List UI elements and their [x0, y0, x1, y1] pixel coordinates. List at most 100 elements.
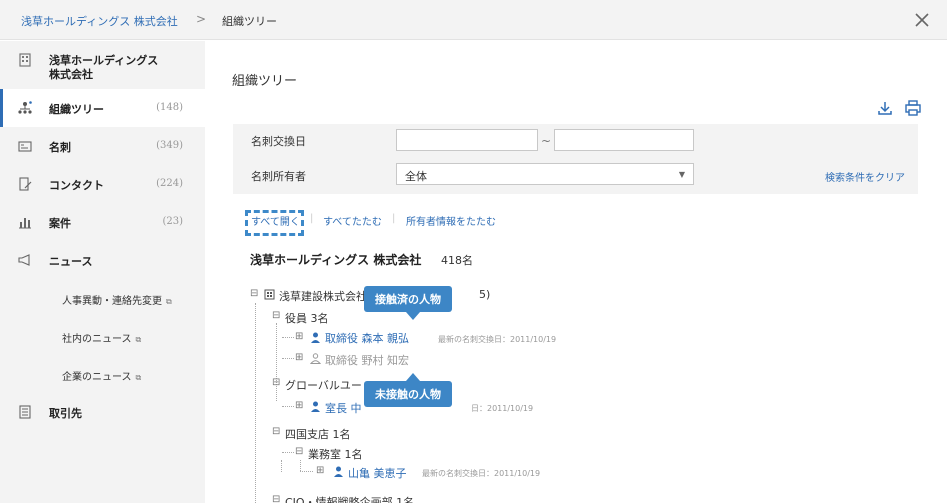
tooltip-contacted: 接触済の人物 [364, 286, 452, 312]
sidebar-news-personnel[interactable]: 人事異動・連絡先変更 ⧉ [0, 279, 205, 317]
date-label: 名刺交換日 [251, 135, 306, 148]
sidebar-item-label: 組織ツリー [49, 103, 104, 116]
link-separator: | [392, 213, 396, 224]
sidebar-item-count: (349) [156, 140, 183, 151]
tree-branch-count: 5) [479, 288, 491, 301]
collapse-icon[interactable]: ⊟ [272, 310, 280, 321]
tree-connector [255, 303, 256, 503]
expand-icon[interactable]: ⊞ [295, 400, 303, 411]
tree-dept-label[interactable]: 役員 3名 [285, 310, 329, 326]
tree-connector [282, 337, 294, 338]
tree-connector [300, 471, 313, 472]
external-link-icon: ⧉ [166, 297, 172, 306]
person-link[interactable]: 取締役 森本 親弘 [325, 330, 409, 346]
clear-filter-link[interactable]: 検索条件をクリア [825, 169, 905, 184]
tree-dept-label[interactable]: 四国支店 1名 [285, 426, 351, 442]
person-link[interactable]: 室長 中 [325, 400, 362, 416]
owner-label: 名刺所有者 [251, 170, 306, 183]
page-title: 組織ツリー [232, 74, 298, 89]
sidebar-sub-label: 社内のニュース [62, 334, 132, 345]
collapse-icon[interactable]: ⊟ [295, 446, 303, 457]
print-icon[interactable] [905, 100, 921, 116]
contact-icon [19, 177, 32, 191]
company-count: 418名 [441, 254, 473, 267]
sidebar-item-label: コンタクト [49, 179, 104, 192]
tree-connector [281, 460, 282, 472]
exchange-date: 最新の名刺交換日：2011/10/19 [438, 335, 557, 344]
date-from-input[interactable] [396, 129, 538, 151]
sidebar-item-cards[interactable]: 名刺 (349) [0, 127, 205, 165]
sidebar-news-internal[interactable]: 社内のニュース ⧉ [0, 317, 205, 355]
sidebar-company-line2: 株式会社 [49, 68, 93, 81]
breadcrumb-current: 組織ツリー [222, 15, 277, 28]
link-separator: | [310, 213, 314, 224]
exchange-date: 日：2011/10/19 [471, 404, 534, 413]
tree-connector [276, 323, 277, 401]
bar-chart-icon [19, 218, 31, 229]
tree-connector [300, 460, 301, 471]
breadcrumb-company-link[interactable]: 浅草ホールディングス 株式会社 [21, 13, 178, 29]
sidebar-item-contacts[interactable]: コンタクト (224) [0, 165, 205, 203]
expand-icon[interactable]: ⊞ [316, 465, 324, 476]
person-link[interactable]: 山亀 美恵子 [348, 465, 407, 481]
collapse-icon[interactable]: ⊟ [272, 377, 280, 388]
date-to-input[interactable] [554, 129, 694, 151]
close-icon[interactable] [910, 8, 934, 32]
tree-dept-label[interactable]: CIO・情報戦略企画部 1名 [285, 494, 414, 503]
sidebar-item-label: ニュース [49, 255, 93, 268]
person-icon [311, 332, 320, 343]
chevron-down-icon: ▼ [678, 170, 685, 179]
sidebar-sub-label: 人事異動・連絡先変更 [62, 296, 162, 307]
person-link[interactable]: 取締役 野村 知宏 [325, 352, 409, 368]
sidebar-sub-label: 企業のニュース [62, 372, 132, 383]
tooltip-arrow [406, 312, 420, 320]
building-icon [264, 289, 275, 300]
owner-select-value: 全体 [405, 170, 427, 183]
download-icon[interactable] [877, 100, 893, 116]
expand-icon[interactable]: ⊞ [295, 331, 303, 342]
person-outline-icon [310, 353, 321, 364]
org-tree-icon [18, 101, 32, 114]
sidebar-item-news[interactable]: ニュース [0, 241, 205, 279]
tree-dept-label[interactable]: 業務室 1名 [308, 446, 363, 462]
collapse-icon[interactable]: ⊟ [250, 288, 258, 299]
search-filter-panel: 名刺交換日 ~ 名刺所有者 全体 ▼ 検索条件をクリア [233, 124, 918, 194]
person-icon [334, 466, 343, 477]
company-heading: 浅草ホールディングス 株式会社 [250, 253, 422, 267]
tree-branch-label[interactable]: 浅草建設株式会社 [279, 288, 367, 304]
tree-dept-label[interactable]: グローバルユー [285, 377, 362, 393]
header-bar: 浅草ホールディングス 株式会社 > 組織ツリー [0, 0, 947, 40]
sidebar-item-label: 取引先 [49, 407, 82, 420]
sidebar-item-company[interactable]: 浅草ホールディングス 株式会社 [0, 41, 205, 91]
sidebar-item-count: (23) [162, 216, 183, 227]
person-icon [311, 401, 320, 412]
sidebar: 浅草ホールディングス 株式会社 組織ツリー (148) 名刺 (349) コンタ… [0, 41, 205, 503]
sidebar-item-clients[interactable]: 取引先 [0, 393, 205, 431]
sidebar-item-count: (148) [156, 102, 183, 113]
close-owner-link[interactable]: 所有者情報をたたむ [406, 213, 496, 228]
tree-connector [282, 406, 294, 407]
sidebar-item-label: 名刺 [49, 141, 71, 154]
exchange-date: 最新の名刺交換日：2011/10/19 [422, 469, 541, 478]
sidebar-item-org-tree[interactable]: 組織ツリー (148) [0, 89, 205, 127]
open-all-link[interactable]: すべて開く [251, 213, 300, 228]
external-link-icon: ⧉ [135, 335, 142, 344]
sidebar-item-label: 案件 [49, 217, 71, 230]
megaphone-icon [18, 254, 30, 266]
sidebar-item-deals[interactable]: 案件 (23) [0, 203, 205, 241]
close-all-link[interactable]: すべてたたむ [323, 213, 382, 228]
date-range-tilde: ~ [541, 134, 552, 148]
sidebar-news-company[interactable]: 企業のニュース ⧉ [0, 355, 205, 393]
sidebar-item-count: (224) [156, 178, 183, 189]
building-icon [19, 53, 31, 67]
tree-connector [282, 358, 294, 359]
collapse-icon[interactable]: ⊟ [272, 426, 280, 437]
external-link-icon: ⧉ [135, 373, 142, 382]
collapse-icon[interactable]: ⊟ [272, 494, 280, 503]
document-icon [19, 405, 31, 419]
owner-select[interactable]: 全体 ▼ [396, 163, 694, 185]
expand-icon[interactable]: ⊞ [295, 352, 303, 363]
card-icon [18, 141, 32, 152]
tree-connector [282, 452, 294, 453]
tooltip-arrow [406, 373, 420, 381]
